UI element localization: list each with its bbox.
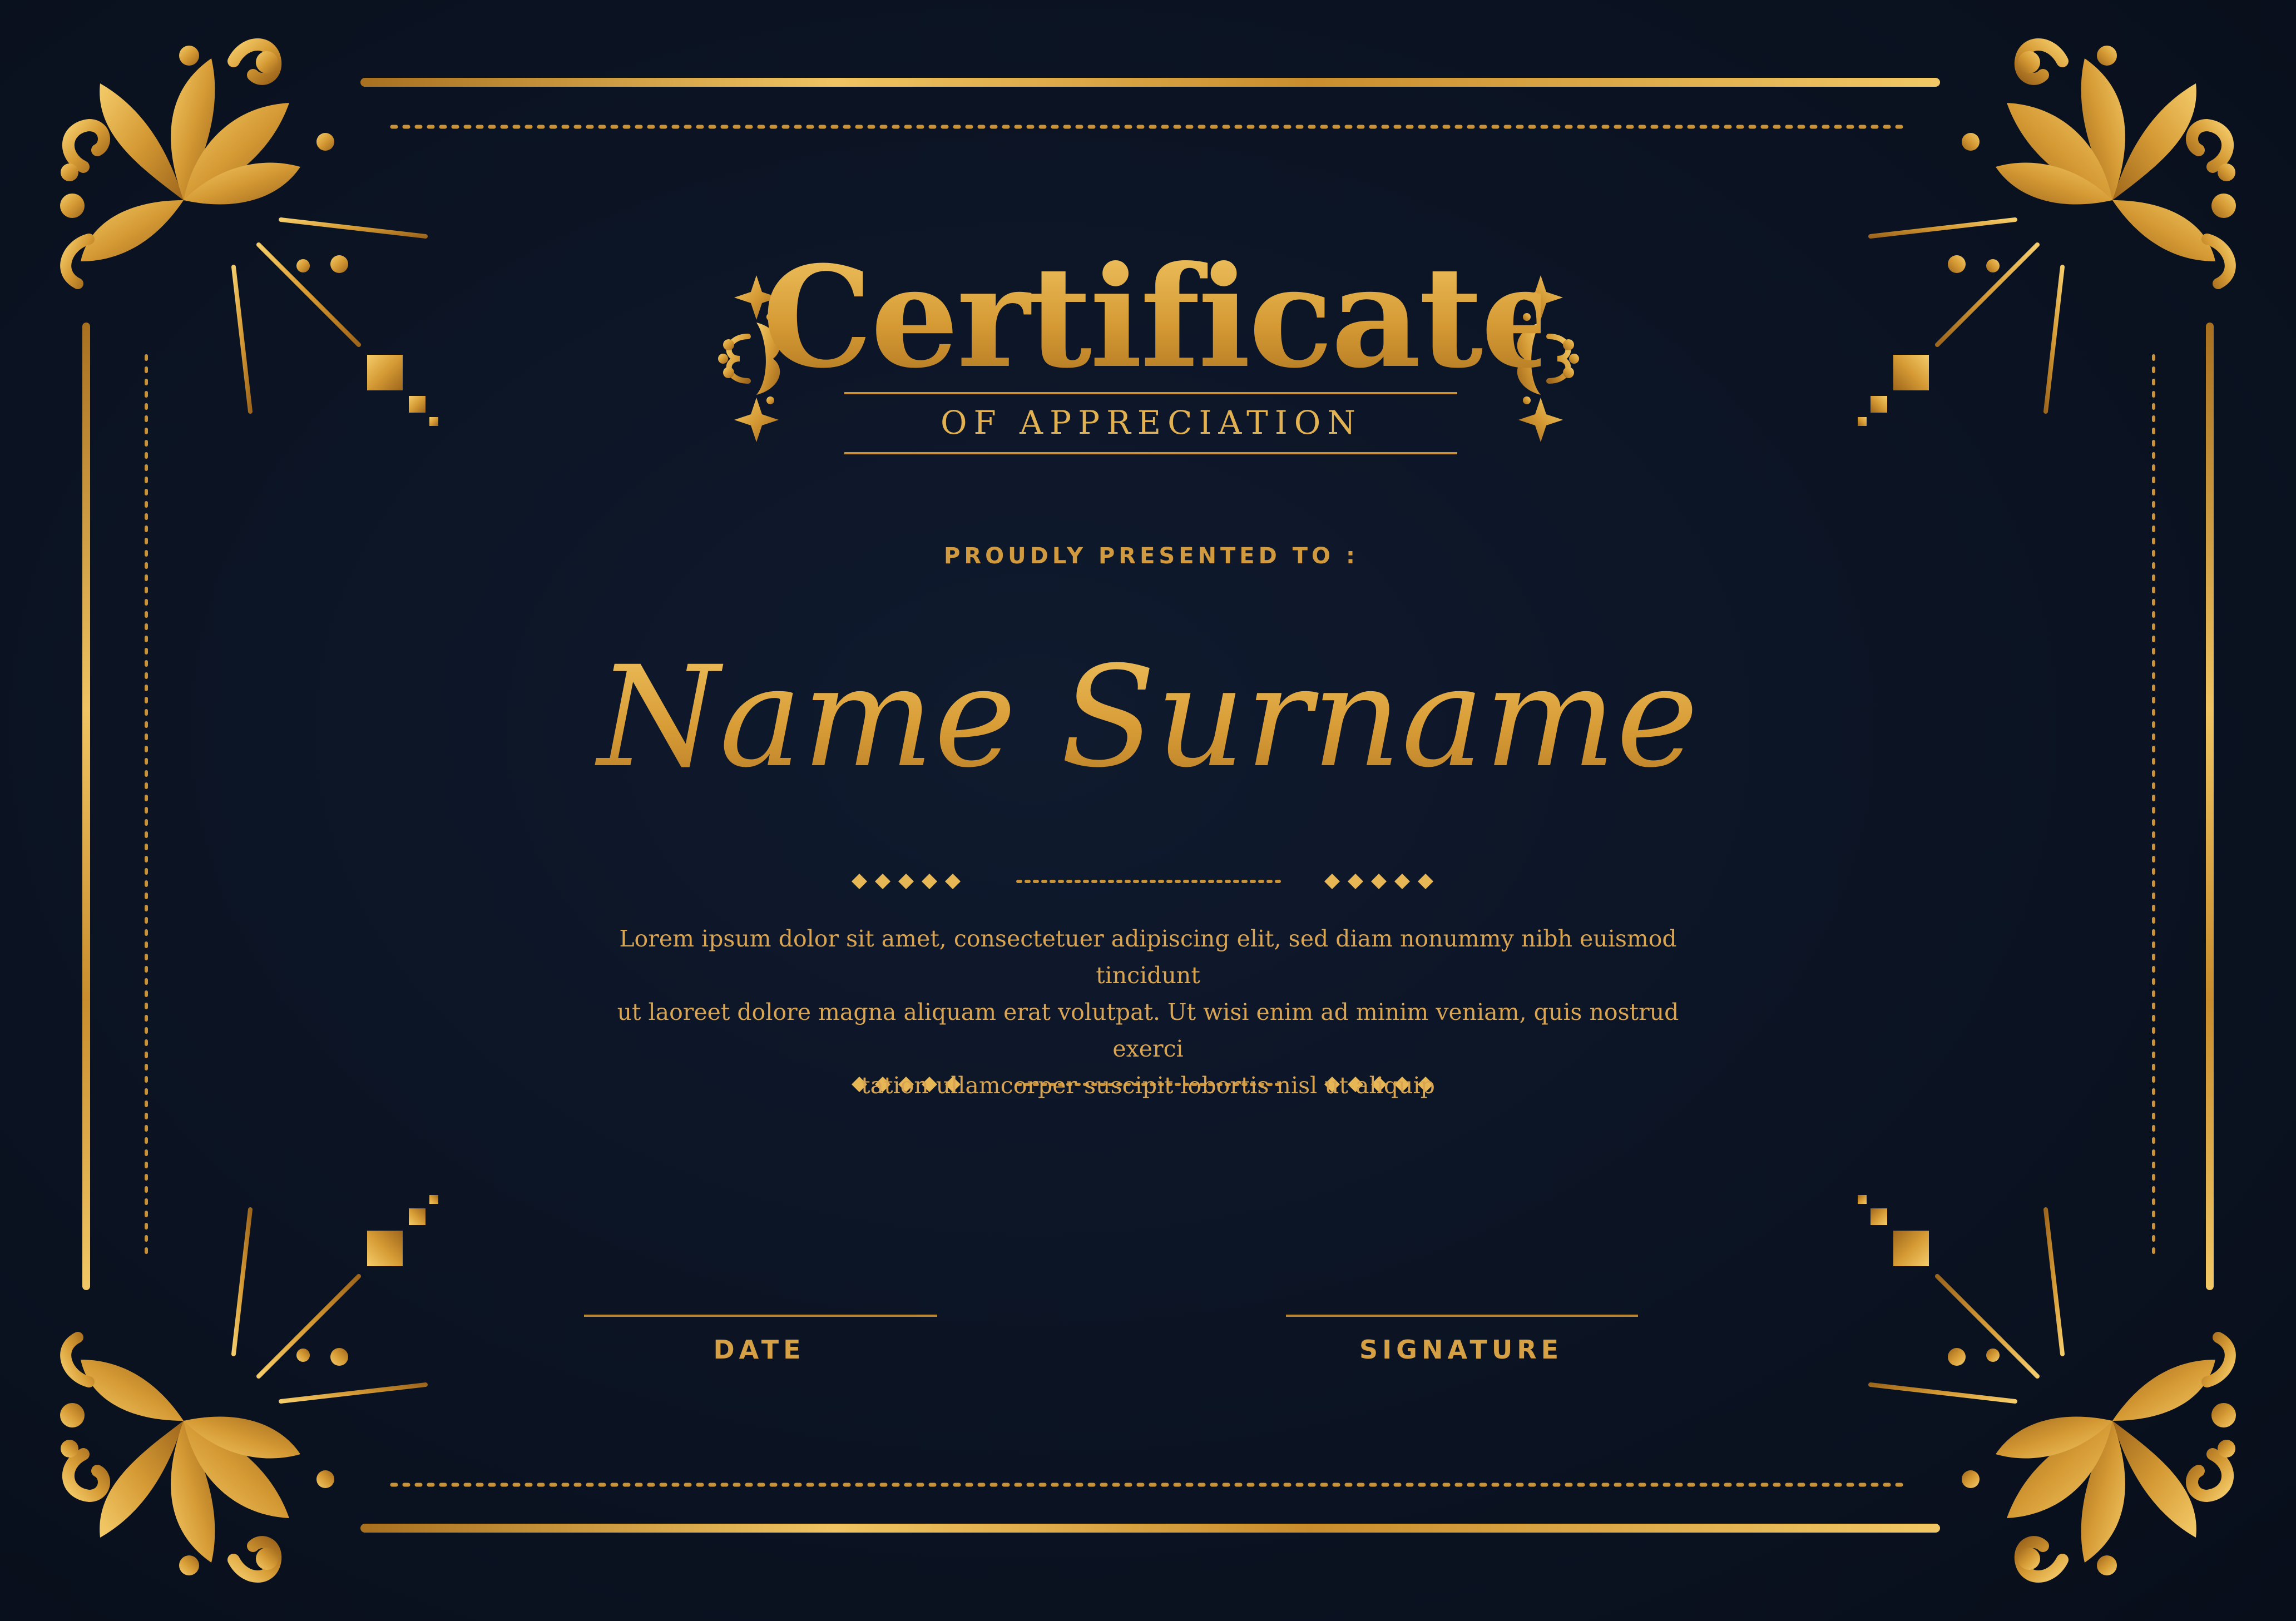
presented-to-label: PROUDLY PRESENTED TO : xyxy=(944,543,1359,569)
certificate-title: Certificate xyxy=(762,234,1569,400)
recipient-name: Name Surname xyxy=(556,612,1740,823)
diamond-row-icon xyxy=(852,874,961,889)
diamond-row-icon xyxy=(1324,874,1433,889)
right-border-line xyxy=(2206,323,2214,1290)
top-border-line xyxy=(360,78,1940,87)
certificate-page: Certificate OF APPRECIATION PROUDLY PRES… xyxy=(0,0,2296,1621)
corner-flourish-icon xyxy=(60,44,438,426)
certificate-description: Lorem ipsum dolor sit amet, consectetuer… xyxy=(578,920,1718,1104)
corner-flourish-icon xyxy=(60,1195,438,1577)
description-line: tation ullamcorper suscipit lobortis nis… xyxy=(861,1072,1435,1099)
corner-flourish-icon xyxy=(1858,1195,2236,1577)
corner-flourish-icon xyxy=(1858,44,2236,426)
left-border-line xyxy=(82,323,90,1290)
description-line: Lorem ipsum dolor sit amet, consectetuer… xyxy=(619,925,1677,989)
description-line: ut laoreet dolore magna aliquam erat vol… xyxy=(617,999,1679,1062)
certificate-subtitle: OF APPRECIATION xyxy=(940,404,1363,442)
signature-label: SIGNATURE xyxy=(1359,1335,1563,1365)
bottom-border-line xyxy=(360,1524,1940,1533)
date-label: DATE xyxy=(713,1335,805,1365)
